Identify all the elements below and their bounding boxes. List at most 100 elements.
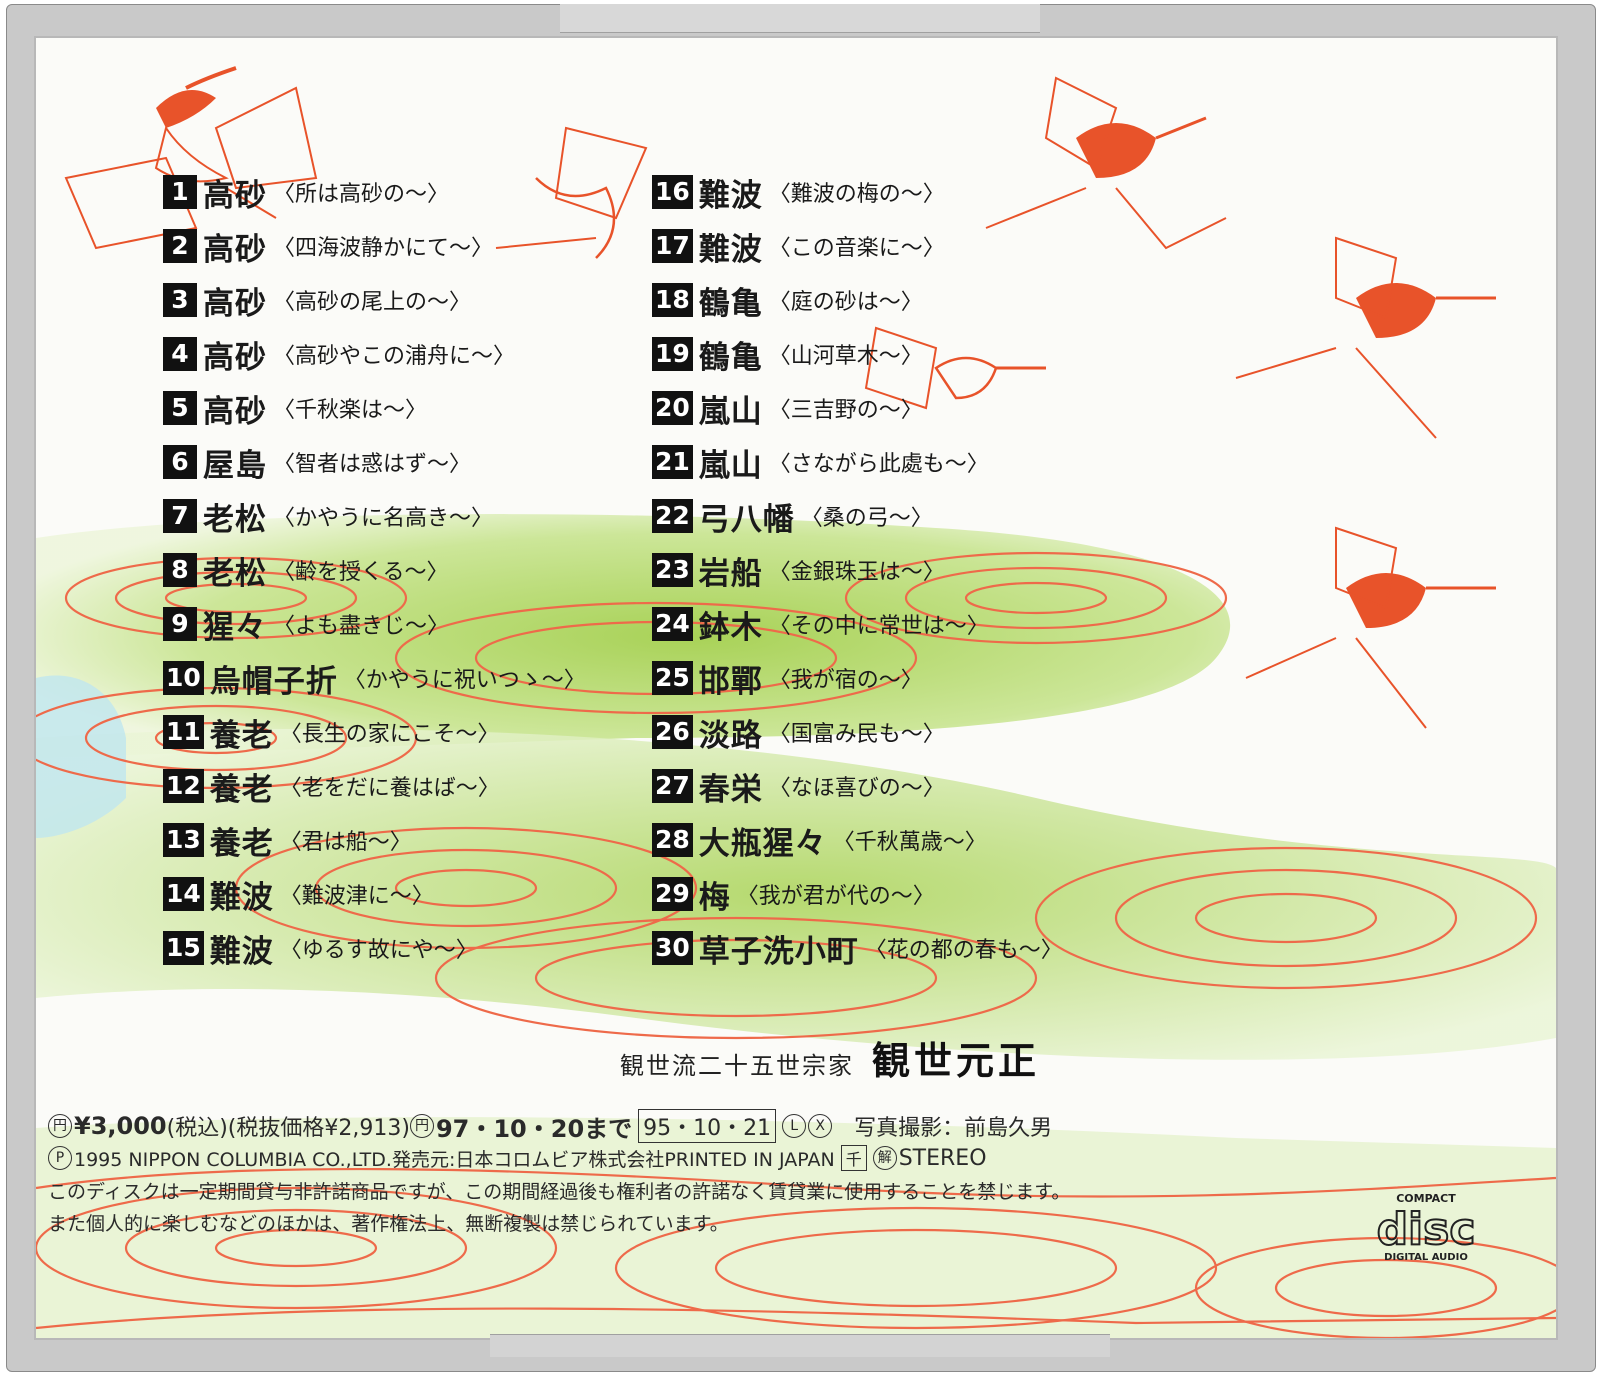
track-number: 18 [652, 283, 693, 317]
track-row: 29 梅〈我が君が代の～〉 [652, 872, 935, 916]
copyright-line: P 1995 NIPPON COLUMBIA CO.,LTD.発売元:日本コロム… [48, 1142, 1070, 1174]
price-mark: 円 [48, 1114, 72, 1138]
track-title: 高砂 [203, 177, 267, 214]
track-lyric: 〈三吉野の～〉 [768, 398, 923, 423]
stereo-label: STEREO [898, 1145, 987, 1171]
track-row: 24 鉢木 〈その中に常世は～〉 [652, 602, 989, 646]
track-row: 22 弓八幡 〈桑の弓～〉 [652, 494, 933, 538]
track-lyric: 〈ゆるす故にや～〉 [279, 938, 478, 963]
track-row: 3 高砂 〈高砂の尾上の～〉 [163, 278, 471, 322]
track-title: 梅 [698, 879, 731, 916]
track-title: 鶴亀 [698, 285, 763, 322]
track-lyric: 〈さながら此處も～〉 [768, 452, 989, 477]
track-title: 高砂 [203, 285, 267, 322]
track-number: 4 [163, 337, 197, 371]
until-mark: 円 [409, 1114, 434, 1138]
mark-sen: 千 [840, 1145, 867, 1171]
track-number: 9 [163, 607, 197, 641]
track-row: 25 邯鄲 〈我が宿の～〉 [652, 656, 923, 700]
track-number: 17 [652, 229, 693, 263]
mark-l: L [782, 1114, 807, 1138]
copy-notice: また個人的に楽しむなどのほかは、著作権法上、無断複製は禁じられています。 [48, 1212, 729, 1235]
track-title: 岩船 [698, 555, 763, 592]
track-lyric: 〈四海波静かにて～〉 [273, 236, 494, 261]
track-number: 2 [163, 229, 197, 263]
track-row: 26 淡路 〈国富み民も～〉 [652, 710, 945, 754]
track-lyric: 〈その中に常世は～〉 [768, 614, 989, 639]
track-row: 6 屋島 〈智者は惑はず～〉 [163, 440, 471, 484]
track-title: 鉢木 [698, 609, 763, 646]
track-number: 23 [652, 553, 693, 587]
track-row: 9 猩々 〈よも盡きじ～〉 [163, 602, 449, 646]
track-number: 24 [652, 607, 693, 641]
rental-notice: このディスクは一定期間貸与非許諾商品ですが、この期間経過後も権利者の許諾なく賃貸… [48, 1180, 1071, 1203]
track-title: 老松 [203, 555, 267, 592]
release-date: 95・10・21 [638, 1109, 777, 1143]
performer-credit: 観世流二十五世宗家 観世元正 [620, 1030, 1040, 1085]
track-number: 21 [652, 445, 693, 479]
track-title: 春栄 [698, 771, 763, 808]
track-lyric: 〈なほ喜びの～〉 [768, 776, 945, 801]
price-valid-until: 97・10・20まで [435, 1114, 633, 1143]
case-hinge-top [560, 4, 1040, 33]
track-number: 8 [163, 553, 197, 587]
track-row: 2 高砂 〈四海波静かにて～〉 [163, 224, 493, 268]
track-row: 1 高砂 〈所は高砂の～〉 [163, 170, 449, 214]
performer-name: 観世元正 [872, 1038, 1041, 1083]
track-lyric: 〈花の都の春も～〉 [864, 938, 1063, 963]
track-number: 6 [163, 445, 197, 479]
track-title: 難波 [698, 177, 763, 214]
copyright-text: 1995 NIPPON COLUMBIA CO.,LTD.発売元:日本コロムビア… [74, 1148, 835, 1171]
track-row: 18 鶴亀 〈庭の砂は～〉 [652, 278, 923, 322]
track-title: 難波 [698, 231, 763, 268]
track-title: 難波 [209, 879, 274, 916]
track-row: 5 高砂 〈千秋楽は～〉 [163, 386, 427, 430]
track-number: 28 [652, 823, 693, 857]
track-number: 19 [652, 337, 693, 371]
track-lyric: 〈我が君が代の～〉 [736, 884, 935, 909]
track-row: 11 養老 〈長生の家にこそ～〉 [163, 710, 499, 754]
track-lyric: 〈かやうに祝いつゝ～〉 [343, 668, 586, 693]
track-number: 16 [652, 175, 693, 209]
track-row: 14 難波 〈難波津に～〉 [163, 872, 434, 916]
track-title: 高砂 [203, 393, 267, 430]
track-lyric: 〈智者は惑はず～〉 [273, 452, 472, 477]
track-number: 15 [163, 931, 204, 965]
track-title: 猩々 [203, 609, 267, 646]
track-row: 13 養老 〈君は船～〉 [163, 818, 412, 862]
photo-credit: 写真撮影：前島久男 [854, 1116, 1053, 1141]
track-lyric: 〈所は高砂の～〉 [273, 182, 450, 207]
track-number: 11 [163, 715, 204, 749]
track-title: 鶴亀 [698, 339, 763, 376]
compact-disc-logo: COMPACT disc DIGITAL AUDIO [1376, 1192, 1477, 1263]
track-title: 高砂 [203, 339, 267, 376]
track-number: 3 [163, 283, 197, 317]
track-title: 養老 [209, 771, 274, 808]
track-row: 19 鶴亀 〈山河草木～〉 [652, 332, 923, 376]
track-lyric: 〈千秋楽は～〉 [273, 398, 428, 423]
track-lyric: 〈山河草木～〉 [768, 344, 923, 369]
track-row: 17 難波 〈この音楽に～〉 [652, 224, 945, 268]
track-number: 22 [652, 499, 693, 533]
track-row: 20 嵐山 〈三吉野の～〉 [652, 386, 923, 430]
track-title: 高砂 [203, 231, 267, 268]
track-row: 15 難波 〈ゆるす故にや～〉 [163, 926, 478, 970]
track-number: 5 [163, 391, 197, 425]
track-title: 邯鄲 [698, 663, 763, 700]
track-number: 12 [163, 769, 204, 803]
track-title: 大瓶猩々 [698, 825, 827, 862]
price: ¥3,000 [74, 1112, 167, 1140]
track-lyric: 〈桑の弓～〉 [800, 506, 933, 531]
track-title: 難波 [209, 933, 274, 970]
track-lyric: 〈難波津に～〉 [279, 884, 434, 909]
track-title: 老松 [203, 501, 267, 538]
track-number: 1 [163, 175, 197, 209]
track-number: 14 [163, 877, 204, 911]
track-row: 10 烏帽子折 〈かやうに祝いつゝ～〉 [163, 656, 586, 700]
track-number: 27 [652, 769, 693, 803]
track-row: 27 春栄 〈なほ喜びの～〉 [652, 764, 945, 808]
tax-included: (税込) [166, 1116, 228, 1141]
phonogram-mark: P [48, 1146, 72, 1170]
track-number: 7 [163, 499, 197, 533]
track-lyric: 〈高砂の尾上の～〉 [273, 290, 472, 315]
